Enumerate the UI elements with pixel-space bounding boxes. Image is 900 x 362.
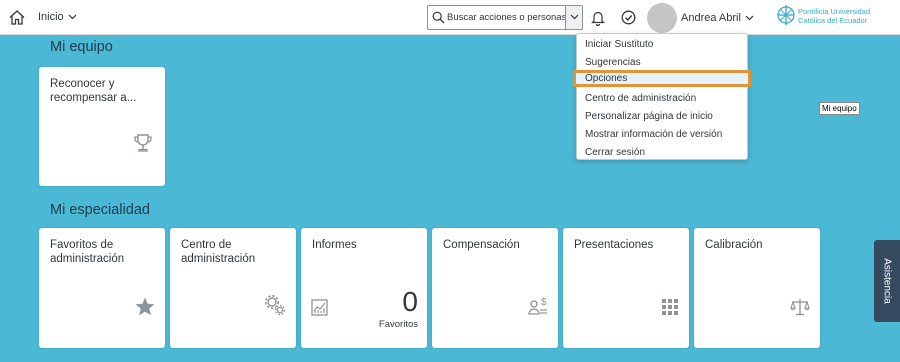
user-menu-dropdown: Iniciar Sustituto Sugerencias Opciones C… [573,33,751,161]
university-logo: Pontificia Universidad Católica del Ecua… [776,2,880,32]
scale-icon [790,299,810,316]
menu-item-personalizar[interactable]: Personalizar página de inicio [577,108,747,125]
menu-item-centro-administracion[interactable]: Centro de administración [577,90,747,107]
tile-title: Informes [312,239,357,251]
search-field[interactable]: Buscar acciones o personas [427,5,583,30]
home-icon[interactable] [8,9,26,26]
trophy-icon [134,134,152,152]
nav-menu-label: Inicio [38,11,64,23]
tile-favoritos-administracion[interactable]: Favoritos de administración [39,228,165,348]
menu-item-sugerencias[interactable]: Sugerencias [577,54,747,71]
check-circle-icon[interactable] [621,10,636,25]
asistencia-label: Asistencia [881,258,893,304]
bell-icon[interactable] [591,10,605,26]
star-icon [135,297,155,316]
menu-item-opciones[interactable]: Opciones [573,70,751,87]
tile-reconocer[interactable]: Reconocer y recompensar a... [39,67,165,186]
tooltip: Mi equipo [819,102,860,115]
user-menu-button[interactable]: Andrea Abril [681,12,754,24]
nav-menu-button[interactable]: Inicio [38,11,77,23]
tile-compensacion[interactable]: Compensación $ [432,228,558,348]
chevron-down-icon [68,14,77,20]
section-title-team: Mi equipo [50,39,113,55]
tile-informes[interactable]: Informes 0 Favoritos [301,228,427,348]
kpi-value: 0 [402,286,418,317]
logo-text-line2: Católica del Ecuador [798,16,868,25]
report-icon [311,299,328,316]
kpi-label: Favoritos [378,319,418,330]
tile-title: Centro de administración [181,239,256,265]
asistencia-side-tab[interactable]: Asistencia [874,240,900,322]
person-dollar-icon: $ [528,297,547,315]
tile-centro-administracion[interactable]: Centro de administración [170,228,296,348]
search-placeholder: Buscar acciones o personas [447,12,567,23]
logo-text-line1: Pontificia Universidad [798,7,871,16]
logo-emblem-icon [777,5,795,25]
tile-title: Calibración [705,239,763,251]
avatar[interactable] [647,3,677,33]
search-icon [432,11,445,24]
tile-title: Compensación [443,239,520,251]
section-title-specialty: Mi especialidad [50,202,150,218]
chevron-down-icon [570,14,579,20]
tile-title: Reconocer y recompensar a... [50,78,137,104]
menu-item-mostrar-version[interactable]: Mostrar información de versión [577,126,747,143]
menu-item-iniciar-sustituto[interactable]: Iniciar Sustituto [577,36,747,53]
user-name-label: Andrea Abril [681,12,741,24]
tile-title: Favoritos de administración [50,239,125,265]
menu-item-cerrar-sesion[interactable]: Cerrar sesión [577,144,747,161]
svg-text:$: $ [541,297,547,308]
gears-icon [265,295,286,316]
tile-calibracion[interactable]: Calibración [694,228,820,348]
tile-presentaciones[interactable]: Presentaciones [563,228,689,348]
shell-header: Inicio Buscar acciones o personas Andrea… [0,0,900,35]
chevron-down-icon [745,15,754,21]
grid-icon [662,299,678,315]
search-scope-dropdown[interactable] [565,6,582,29]
tile-title: Presentaciones [574,239,654,251]
